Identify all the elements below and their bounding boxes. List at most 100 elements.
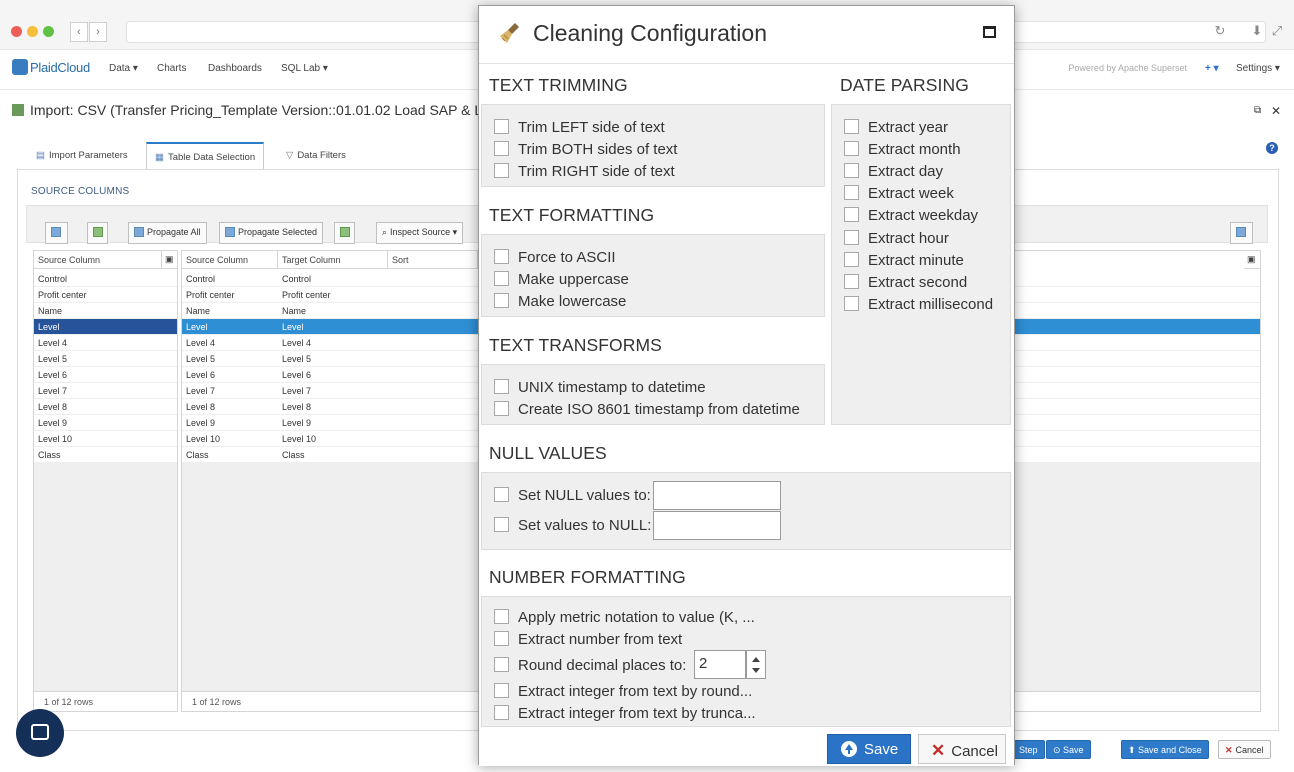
extract-number-checkbox[interactable] bbox=[494, 631, 509, 646]
mapping-source-cell: Control bbox=[186, 274, 216, 284]
source-column-cell: Level 4 bbox=[38, 338, 68, 348]
save-and-close-button[interactable]: ⬆ Save and Close bbox=[1121, 740, 1209, 759]
plus-menu[interactable]: + ▾ bbox=[1205, 63, 1219, 74]
add-column-button[interactable] bbox=[87, 222, 108, 244]
set-null-values-checkbox[interactable] bbox=[494, 487, 509, 502]
step-button[interactable]: Step bbox=[1012, 740, 1045, 759]
text-transforms-checkbox[interactable] bbox=[494, 379, 509, 394]
text-trimming-checkbox[interactable] bbox=[494, 163, 509, 178]
nav-charts[interactable]: Charts bbox=[157, 63, 186, 74]
table-row[interactable]: Profit center bbox=[34, 287, 177, 303]
column-menu-icon[interactable]: ▣ bbox=[162, 251, 178, 269]
close-window-dot[interactable] bbox=[11, 26, 22, 37]
source-column-header[interactable]: Source Column bbox=[34, 251, 162, 269]
modal-cancel-button[interactable]: ✕ Cancel bbox=[918, 734, 1006, 764]
mapping-source-cell: Level bbox=[186, 322, 208, 332]
right-view-toggle-button[interactable] bbox=[1230, 222, 1253, 244]
tab-data-filters[interactable]: ▽ Data Filters bbox=[278, 142, 354, 170]
inspect-source-dropdown[interactable]: ⌕ Inspect Source ▾ bbox=[376, 222, 464, 244]
date-parsing-checkbox[interactable] bbox=[844, 273, 859, 289]
help-icon[interactable]: ? bbox=[1266, 142, 1278, 154]
text-transforms-section: UNIX timestamp to datetime Create ISO 860… bbox=[481, 364, 825, 425]
set-null-values-input[interactable] bbox=[653, 481, 781, 510]
tab-import-parameters[interactable]: ▤ Import Parameters bbox=[28, 142, 136, 170]
maximize-window-dot[interactable] bbox=[43, 26, 54, 37]
mapping-source-cell: Profit center bbox=[186, 290, 235, 300]
download-icon[interactable]: ⬇ bbox=[1248, 22, 1266, 40]
bottom-save-button[interactable]: ⊙ Save bbox=[1046, 740, 1091, 759]
table-row[interactable]: Level 8 bbox=[34, 399, 177, 415]
round-decimal-stepper[interactable] bbox=[746, 650, 766, 679]
option-label: Make uppercase bbox=[518, 271, 629, 288]
extract-integer-round-checkbox[interactable] bbox=[494, 683, 509, 698]
text-formatting-checkbox[interactable] bbox=[494, 293, 509, 308]
table-row[interactable]: Name bbox=[34, 303, 177, 319]
cancel-x-icon: ✕ bbox=[1225, 745, 1233, 755]
round-decimal-checkbox[interactable] bbox=[494, 657, 509, 672]
mapping-column-menu-icon[interactable]: ▣ bbox=[1244, 251, 1261, 269]
date-parsing-checkbox[interactable] bbox=[844, 119, 859, 134]
text-transforms-checkbox[interactable] bbox=[494, 401, 509, 416]
propagate-all-button[interactable]: Propagate All bbox=[128, 222, 207, 244]
date-parsing-checkbox[interactable] bbox=[844, 251, 859, 267]
text-trimming-option: Trim LEFT side of text bbox=[494, 119, 665, 136]
plaidcloud-logo[interactable]: PlaidCloud bbox=[12, 59, 90, 75]
text-trimming-checkbox[interactable] bbox=[494, 119, 509, 134]
date-parsing-checkbox[interactable] bbox=[844, 163, 859, 179]
stepper-up-icon[interactable] bbox=[752, 657, 760, 662]
save-circle-icon: ⊙ bbox=[1053, 745, 1064, 755]
extract-integer-truncate-checkbox[interactable] bbox=[494, 705, 509, 720]
target-column-header[interactable]: Target Column bbox=[278, 251, 388, 269]
nav-dashboards[interactable]: Dashboards bbox=[208, 63, 262, 74]
date-parsing-checkbox[interactable] bbox=[844, 185, 859, 201]
sort-header[interactable]: Sort bbox=[388, 251, 478, 269]
back-arrow-icon[interactable]: ‹ bbox=[70, 22, 88, 42]
table-row[interactable]: Level bbox=[34, 319, 177, 335]
minimize-window-dot[interactable] bbox=[27, 26, 38, 37]
add-target-button[interactable] bbox=[334, 222, 355, 244]
stepper-down-icon[interactable] bbox=[752, 668, 760, 673]
date-parsing-section: Extract year Extract month Extract day Extr… bbox=[831, 104, 1011, 425]
view-toggle-button[interactable] bbox=[45, 222, 68, 244]
text-trimming-checkbox[interactable] bbox=[494, 141, 509, 156]
date-parsing-option: Extract weekday bbox=[844, 207, 978, 224]
table-row[interactable]: Control bbox=[34, 271, 177, 287]
set-values-to-null-input[interactable] bbox=[653, 511, 781, 540]
modal-save-button[interactable]: Save bbox=[827, 734, 911, 764]
table-row[interactable]: Level 5 bbox=[34, 351, 177, 367]
forward-arrow-icon[interactable]: › bbox=[89, 22, 107, 42]
expand-icon[interactable]: ⤢ bbox=[1268, 22, 1286, 40]
text-formatting-checkbox[interactable] bbox=[494, 249, 509, 264]
tab-table-data-selection[interactable]: ▦ Table Data Selection bbox=[146, 142, 265, 170]
round-decimal-input[interactable]: 2 bbox=[694, 650, 746, 679]
table-row[interactable]: Level 4 bbox=[34, 335, 177, 351]
chat-launcher[interactable] bbox=[16, 709, 64, 757]
source-column-cell: Level 8 bbox=[38, 402, 68, 412]
set-values-to-null-checkbox[interactable] bbox=[494, 517, 509, 532]
settings-menu[interactable]: Settings ▾ bbox=[1236, 63, 1280, 74]
option-label: Make lowercase bbox=[518, 293, 627, 310]
popout-icon[interactable]: ⧉ bbox=[1254, 105, 1261, 116]
metric-notation-checkbox[interactable] bbox=[494, 609, 509, 624]
nav-data[interactable]: Data ▾ bbox=[109, 63, 138, 74]
table-row[interactable]: Level 7 bbox=[34, 383, 177, 399]
date-parsing-checkbox[interactable] bbox=[844, 295, 859, 311]
date-parsing-checkbox[interactable] bbox=[844, 229, 859, 245]
mapping-source-column-header[interactable]: Source Column bbox=[182, 251, 278, 269]
bottom-cancel-button[interactable]: ✕ Cancel bbox=[1218, 740, 1271, 759]
table-row[interactable]: Level 10 bbox=[34, 431, 177, 447]
maximize-icon[interactable] bbox=[983, 26, 996, 38]
date-parsing-checkbox[interactable] bbox=[844, 207, 859, 223]
source-column-cell: Level bbox=[38, 322, 60, 332]
mapping-source-cell: Level 7 bbox=[186, 386, 216, 396]
table-row[interactable]: Class bbox=[34, 447, 177, 463]
close-icon[interactable]: ✕ bbox=[1271, 104, 1281, 118]
mapping-source-cell: Level 4 bbox=[186, 338, 216, 348]
propagate-selected-button[interactable]: Propagate Selected bbox=[219, 222, 324, 244]
nav-sql-lab[interactable]: SQL Lab ▾ bbox=[281, 63, 328, 74]
reload-icon[interactable]: ↻ bbox=[1211, 22, 1229, 40]
table-row[interactable]: Level 9 bbox=[34, 415, 177, 431]
text-formatting-checkbox[interactable] bbox=[494, 271, 509, 286]
table-row[interactable]: Level 6 bbox=[34, 367, 177, 383]
date-parsing-checkbox[interactable] bbox=[844, 141, 859, 157]
